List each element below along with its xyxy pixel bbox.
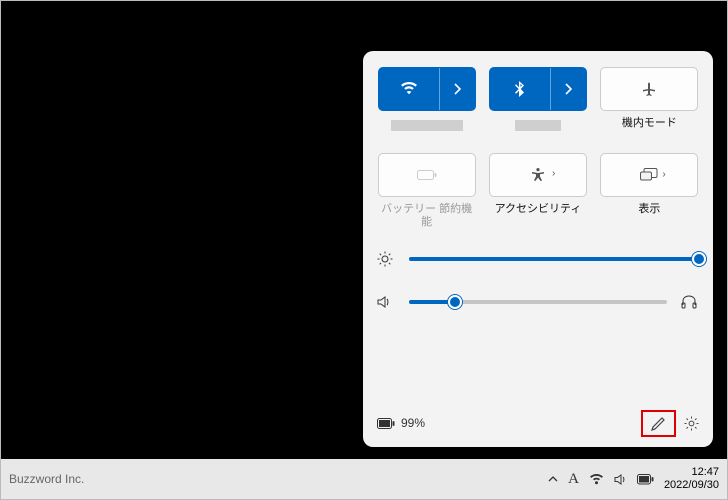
bluetooth-tile[interactable] (489, 67, 587, 111)
wifi-label (391, 120, 463, 131)
project-tile[interactable]: › (600, 153, 698, 197)
edit-quick-settings-button[interactable] (641, 410, 676, 437)
settings-icon[interactable] (684, 416, 699, 431)
accessibility-label: アクセシビリティ (495, 203, 582, 229)
volume-icon (377, 295, 395, 309)
battery-status[interactable]: 99% (377, 416, 425, 430)
bluetooth-expand[interactable] (550, 68, 586, 110)
battery-saver-label: バッテリー 節約機能 (377, 203, 476, 229)
quick-settings-panel: 機内モード バッテリー 節約機能 › アクセシビリティ (363, 51, 713, 447)
wifi-expand[interactable] (439, 68, 475, 110)
battery-saver-tile[interactable] (378, 153, 476, 197)
tray-battery-icon[interactable] (637, 474, 654, 485)
bluetooth-label (515, 120, 561, 131)
wifi-icon (379, 68, 439, 110)
airplane-label: 機内モード (622, 117, 677, 143)
tray-wifi-icon[interactable] (589, 473, 604, 485)
audio-output-icon[interactable] (681, 295, 699, 309)
accessibility-icon: › (530, 167, 546, 183)
brightness-icon (377, 251, 395, 267)
system-tray: A 12:47 2022/09/30 (548, 466, 719, 492)
brightness-slider[interactable] (409, 257, 699, 261)
accessibility-tile[interactable]: › (489, 153, 587, 197)
bluetooth-icon (490, 68, 550, 110)
tray-ime-indicator[interactable]: A (568, 471, 579, 488)
tray-volume-icon[interactable] (614, 473, 627, 486)
project-icon: › (640, 168, 658, 182)
brand-text: Buzzword Inc. (9, 472, 84, 486)
quick-settings-grid: 機内モード バッテリー 節約機能 › アクセシビリティ (377, 67, 699, 229)
volume-slider[interactable] (409, 300, 667, 304)
taskbar: Buzzword Inc. A 12:47 2022/09/30 (1, 459, 727, 499)
brightness-row (377, 251, 699, 267)
tray-overflow-icon[interactable] (548, 475, 558, 483)
wifi-tile[interactable] (378, 67, 476, 111)
volume-row (377, 295, 699, 309)
airplane-tile[interactable] (600, 67, 698, 111)
project-label: 表示 (638, 203, 660, 229)
battery-saver-icon (417, 169, 437, 181)
tray-clock[interactable]: 12:47 2022/09/30 (664, 466, 719, 492)
airplane-icon (641, 81, 657, 97)
